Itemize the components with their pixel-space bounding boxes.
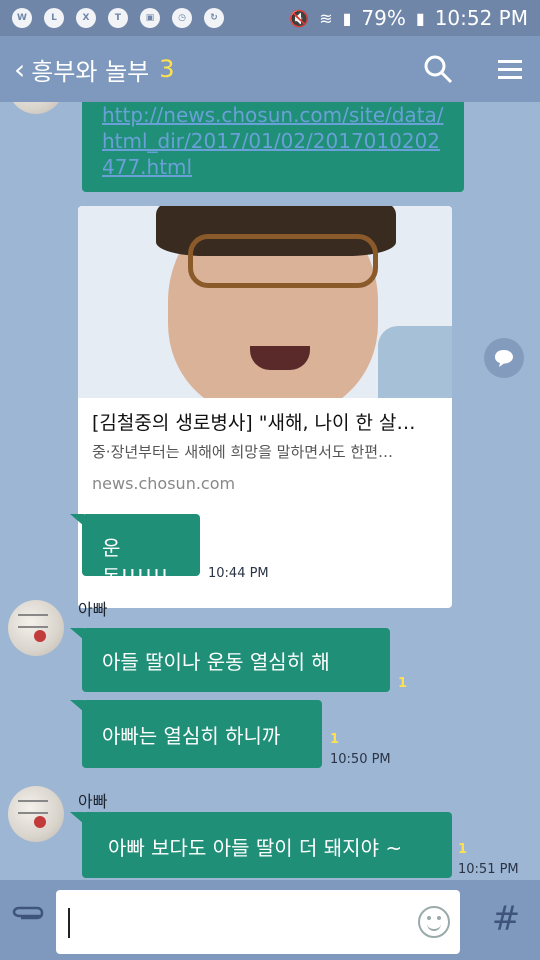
- link-message-bubble[interactable]: http://news.chosun.com/site/data/html_di…: [82, 102, 464, 192]
- chat-title: 흥부와 놀부: [31, 57, 150, 86]
- attach-button[interactable]: [10, 898, 46, 934]
- signal-icon: ▮: [342, 8, 352, 28]
- battery-icon: ▮: [415, 8, 425, 28]
- unread-count: 1: [330, 732, 340, 747]
- message-text: 아빠 보다도 아들 딸이 더 돼지야 ~: [108, 836, 403, 860]
- notification-icons: W L X T ▣ ◷ ↻: [12, 8, 224, 28]
- image-icon: ▣: [140, 8, 160, 28]
- message-time: 10:44 PM: [208, 566, 269, 581]
- status-bar: W L X T ▣ ◷ ↻ 🔇 ≋ ▮ 79% ▮ 10:52 PM: [0, 0, 540, 36]
- share-icon: [495, 350, 513, 367]
- sync-icon: ↻: [204, 8, 224, 28]
- card-description: 중·장년부터는 새해에 희망을 말하면서도 한편…: [92, 443, 394, 461]
- message-text: 운동!!!!!!: [102, 536, 169, 589]
- whatsapp-icon: W: [12, 8, 32, 28]
- message-bubble[interactable]: 아빠는 열심히 하니까: [82, 700, 322, 768]
- x-icon: X: [76, 8, 96, 28]
- message-text: 아빠는 열심히 하니까: [102, 724, 281, 748]
- input-bar: #: [0, 880, 540, 960]
- share-button[interactable]: [484, 338, 524, 378]
- message-bubble[interactable]: 운동!!!!!!: [82, 514, 200, 589]
- menu-icon: [498, 60, 522, 79]
- message-bubble[interactable]: 아들 딸이나 운동 열심히 해: [82, 628, 390, 692]
- message-input[interactable]: [56, 890, 460, 954]
- header-actions: [422, 53, 526, 85]
- text-caret: [68, 908, 70, 938]
- clock: 10:52 PM: [434, 6, 528, 30]
- search-icon: [424, 55, 453, 84]
- card-title: [김철중의 생로병사] "새해, 나이 한 살…: [92, 412, 416, 434]
- wifi-icon: ≋: [319, 8, 333, 28]
- unread-count: 1: [458, 842, 468, 857]
- chat-header: ‹ 흥부와 놀부 3: [0, 36, 540, 102]
- avatar[interactable]: [8, 600, 64, 656]
- paperclip-icon: [12, 906, 44, 920]
- chat-area[interactable]: http://news.chosun.com/site/data/html_di…: [0, 102, 540, 880]
- avatar[interactable]: [8, 102, 64, 114]
- message-link[interactable]: http://news.chosun.com/site/data/html_di…: [102, 102, 444, 180]
- member-count: 3: [159, 55, 175, 83]
- mute-icon: 🔇: [289, 8, 310, 28]
- message-time: 10:51 PM: [458, 862, 519, 877]
- system-status: 🔇 ≋ ▮ 79% ▮ 10:52 PM: [289, 6, 528, 30]
- back-icon[interactable]: ‹: [14, 53, 25, 86]
- sender-name: 아빠: [78, 600, 108, 619]
- menu-button[interactable]: [494, 53, 526, 85]
- hashtag-button[interactable]: #: [486, 894, 526, 944]
- hashtag-icon: #: [491, 899, 521, 939]
- message-time: 10:50 PM: [330, 752, 391, 767]
- message-bubble[interactable]: 아빠 보다도 아들 딸이 더 돼지야 ~: [82, 812, 452, 878]
- card-domain: news.chosun.com: [92, 474, 236, 493]
- search-button[interactable]: [422, 53, 454, 85]
- emoji-icon[interactable]: [418, 906, 450, 938]
- avatar[interactable]: [8, 786, 64, 842]
- talk-icon: T: [108, 8, 128, 28]
- link-preview-image: [78, 206, 452, 398]
- unread-count: 1: [398, 676, 408, 691]
- battery-percent: 79%: [361, 6, 406, 30]
- line-icon: L: [44, 8, 64, 28]
- message-text: 아들 딸이나 운동 열심히 해: [102, 650, 330, 674]
- sender-name: 아빠: [78, 792, 108, 811]
- clock-icon: ◷: [172, 8, 192, 28]
